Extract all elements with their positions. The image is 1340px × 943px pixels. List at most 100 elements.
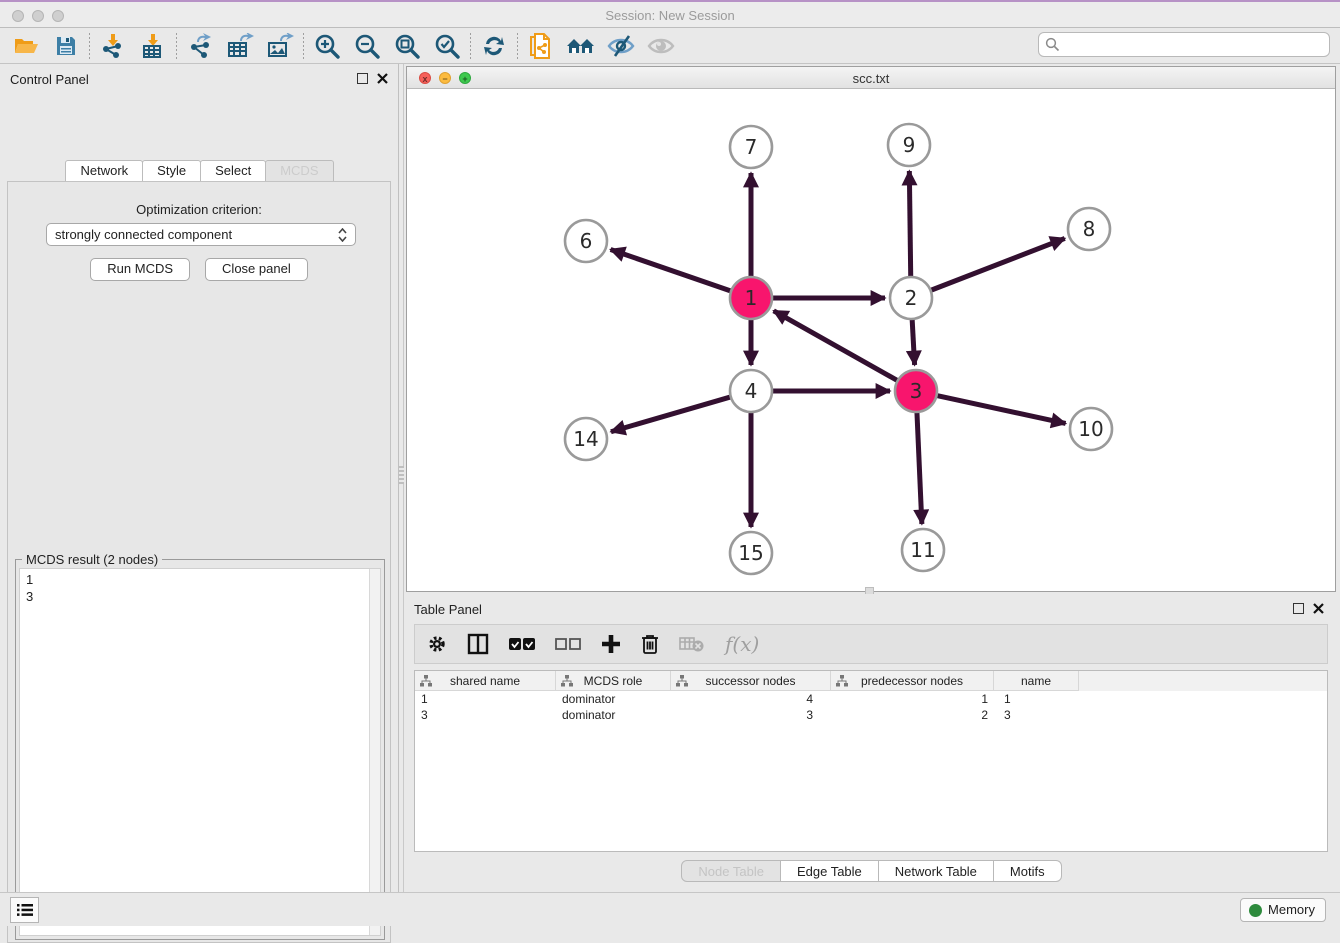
search-icon — [1045, 37, 1060, 52]
memory-button[interactable]: Memory — [1240, 898, 1326, 922]
run-mcds-button[interactable]: Run MCDS — [90, 258, 190, 281]
table-row[interactable]: 3 dominator 3 2 3 — [415, 707, 1327, 723]
tab-node-table[interactable]: Node Table — [681, 860, 781, 882]
graph-edge-3-11[interactable] — [917, 410, 922, 524]
export-table-icon[interactable] — [220, 30, 260, 62]
criterion-select[interactable]: strongly connected component — [46, 223, 356, 246]
graph-node-2[interactable]: 2 — [890, 277, 932, 319]
show-columns-icon[interactable] — [467, 633, 489, 655]
select-all-icon[interactable] — [509, 637, 535, 651]
cell-predecessor-nodes: 1 — [831, 692, 994, 706]
graph-node-9[interactable]: 9 — [888, 124, 930, 166]
table-settings-gear-icon[interactable] — [427, 634, 447, 654]
svg-text:6: 6 — [580, 229, 593, 253]
import-network-icon[interactable] — [93, 30, 133, 62]
toolbar-separator — [89, 33, 90, 59]
column-header-name[interactable]: name — [994, 671, 1079, 691]
graph-edge-3-10[interactable] — [935, 395, 1066, 423]
task-history-button[interactable] — [10, 897, 39, 923]
search-box[interactable] — [1038, 32, 1330, 57]
duplicate-network-icon[interactable] — [521, 30, 561, 62]
table-row[interactable]: 1 dominator 4 1 1 — [415, 691, 1327, 707]
column-header-mcds-role[interactable]: MCDS role — [556, 671, 671, 691]
tab-motifs[interactable]: Motifs — [993, 860, 1062, 882]
optimization-criterion-label: Optimization criterion: — [8, 202, 390, 217]
delete-table-icon — [679, 635, 705, 653]
graph-node-8[interactable]: 8 — [1068, 208, 1110, 250]
close-panel-icon[interactable] — [377, 73, 388, 84]
add-column-icon[interactable] — [601, 634, 621, 654]
window-title: Session: New Session — [0, 8, 1340, 23]
graph-node-4[interactable]: 4 — [730, 370, 772, 412]
tab-network[interactable]: Network — [65, 160, 143, 181]
select-stepper-icon — [338, 228, 347, 242]
svg-text:11: 11 — [910, 538, 935, 562]
graph-edge-3-1[interactable] — [774, 311, 900, 382]
toolbar-separator — [303, 33, 304, 59]
delete-column-icon[interactable] — [641, 633, 659, 655]
cell-predecessor-nodes: 2 — [831, 708, 994, 722]
main-toolbar — [0, 28, 1340, 64]
zoom-selected-icon[interactable] — [427, 30, 467, 62]
graph-node-14[interactable]: 14 — [565, 418, 607, 460]
table-close-icon[interactable] — [1313, 603, 1324, 614]
close-panel-button[interactable]: Close panel — [205, 258, 308, 281]
mcds-result-list[interactable]: 1 3 — [19, 568, 381, 936]
import-table-icon[interactable] — [133, 30, 173, 62]
panel-splitter[interactable] — [398, 64, 404, 892]
toolbar-separator — [176, 33, 177, 59]
table-panel-title: Table Panel — [414, 602, 482, 617]
deselect-all-icon[interactable] — [555, 637, 581, 651]
status-bar: Memory — [0, 892, 1340, 926]
network-window-titlebar[interactable]: x − + scc.txt — [407, 67, 1335, 89]
task-list-icon — [17, 903, 33, 917]
graph-node-11[interactable]: 11 — [902, 529, 944, 571]
export-network-icon[interactable] — [180, 30, 220, 62]
column-hierarchy-icon — [561, 675, 573, 687]
open-file-icon[interactable] — [6, 30, 46, 62]
table-float-icon[interactable] — [1293, 603, 1304, 614]
column-header-predecessor-nodes[interactable]: predecessor nodes — [831, 671, 994, 691]
column-header-successor-nodes[interactable]: successor nodes — [671, 671, 831, 691]
graph-edge-1-6[interactable] — [611, 249, 733, 291]
zoom-out-icon[interactable] — [347, 30, 387, 62]
graph-edge-2-9[interactable] — [909, 171, 910, 279]
svg-text:2: 2 — [905, 286, 918, 310]
show-all-networks-icon[interactable] — [561, 30, 601, 62]
tab-select[interactable]: Select — [200, 160, 266, 181]
result-scrollbar[interactable] — [369, 569, 380, 935]
zoom-fit-icon[interactable] — [387, 30, 427, 62]
network-graph: 7 9 6 8 1 2 4 3 14 10 15 11 — [407, 89, 1337, 593]
tab-network-table[interactable]: Network Table — [878, 860, 994, 882]
node-table[interactable]: shared name MCDS role successor nodes pr… — [414, 670, 1328, 852]
graph-node-15[interactable]: 15 — [730, 532, 772, 574]
table-tabs: Node Table Edge Table Network Table Moti… — [406, 860, 1336, 882]
apply-layout-icon[interactable] — [474, 30, 514, 62]
hide-selected-icon[interactable] — [601, 30, 641, 62]
splitter-handle-icon[interactable] — [399, 466, 404, 484]
float-panel-icon[interactable] — [357, 73, 368, 84]
export-image-icon[interactable] — [260, 30, 300, 62]
save-session-icon[interactable] — [46, 30, 86, 62]
graph-node-3[interactable]: 3 — [895, 370, 937, 412]
svg-text:7: 7 — [745, 135, 758, 159]
tab-mcds[interactable]: MCDS — [265, 160, 333, 181]
graph-node-7[interactable]: 7 — [730, 126, 772, 168]
control-panel-tabs: Network Style Select MCDS — [0, 160, 398, 181]
graph-edge-2-8[interactable] — [929, 238, 1065, 291]
search-input[interactable] — [1064, 37, 1329, 52]
cell-mcds-role: dominator — [556, 692, 671, 706]
graph-edge-2-3[interactable] — [912, 317, 915, 365]
graph-node-6[interactable]: 6 — [565, 220, 607, 262]
network-canvas[interactable]: 7 9 6 8 1 2 4 3 14 10 15 11 — [407, 89, 1335, 591]
table-header-row: shared name MCDS role successor nodes pr… — [415, 671, 1327, 691]
cell-successor-nodes: 3 — [671, 708, 831, 722]
column-hierarchy-icon — [676, 675, 688, 687]
graph-node-1[interactable]: 1 — [730, 277, 772, 319]
column-header-shared-name[interactable]: shared name — [415, 671, 556, 691]
tab-edge-table[interactable]: Edge Table — [780, 860, 879, 882]
zoom-in-icon[interactable] — [307, 30, 347, 62]
graph-node-10[interactable]: 10 — [1070, 408, 1112, 450]
graph-edge-4-14[interactable] — [611, 396, 733, 431]
tab-style[interactable]: Style — [142, 160, 201, 181]
